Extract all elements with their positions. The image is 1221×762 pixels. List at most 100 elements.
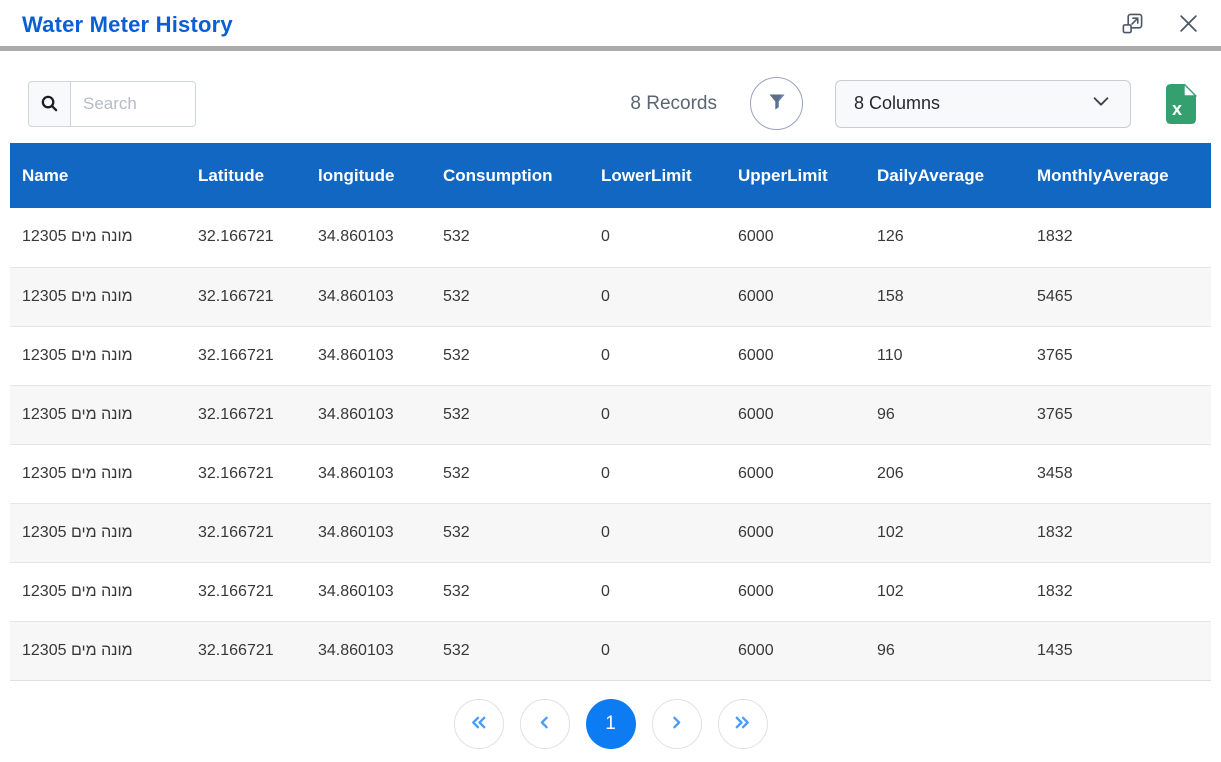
table-cell: מונה מים 12305 <box>10 621 186 680</box>
search-input[interactable] <box>71 82 195 126</box>
table-cell: 6000 <box>726 326 865 385</box>
columns-dropdown[interactable]: 8 Columns <box>835 80 1131 128</box>
table-cell: 532 <box>431 621 589 680</box>
svg-text:x: x <box>1172 99 1182 119</box>
search-icon <box>29 82 71 126</box>
table-header-row: NameLatitudelongitudeConsumptionLowerLim… <box>10 143 1211 208</box>
table-row: מונה מים 1230532.16672134.86010353206000… <box>10 208 1211 267</box>
table-cell: 32.166721 <box>186 503 306 562</box>
table-cell: 3765 <box>1025 385 1211 444</box>
table-cell: 532 <box>431 562 589 621</box>
expand-icon <box>1121 12 1144 38</box>
table-cell: 34.860103 <box>306 267 431 326</box>
table-cell: מונה מים 12305 <box>10 503 186 562</box>
table-cell: 0 <box>589 621 726 680</box>
table-cell: 32.166721 <box>186 326 306 385</box>
chevron-right-icon <box>664 710 689 738</box>
first-page-button[interactable] <box>454 699 504 749</box>
previous-page-button[interactable] <box>520 699 570 749</box>
table-cell: 1435 <box>1025 621 1211 680</box>
table-cell: מונה מים 12305 <box>10 562 186 621</box>
table-cell: 6000 <box>726 621 865 680</box>
column-header[interactable]: Name <box>10 143 186 208</box>
double-chevron-right-icon <box>730 710 755 738</box>
close-button[interactable] <box>1175 12 1201 38</box>
table-cell: 532 <box>431 326 589 385</box>
table-cell: 102 <box>865 503 1025 562</box>
table-cell: 5465 <box>1025 267 1211 326</box>
table-cell: 0 <box>589 208 726 267</box>
table-cell: 32.166721 <box>186 267 306 326</box>
table-cell: 102 <box>865 562 1025 621</box>
table-cell: 532 <box>431 444 589 503</box>
toolbar: 8 Records 8 Columns x <box>28 77 1197 130</box>
pagination: 1 <box>0 699 1221 749</box>
expand-button[interactable] <box>1119 12 1145 38</box>
table-cell: 0 <box>589 503 726 562</box>
table-cell: 6000 <box>726 444 865 503</box>
table-cell: 532 <box>431 208 589 267</box>
last-page-button[interactable] <box>718 699 768 749</box>
table-cell: 34.860103 <box>306 562 431 621</box>
column-header[interactable]: DailyAverage <box>865 143 1025 208</box>
table-cell: 6000 <box>726 267 865 326</box>
double-chevron-left-icon <box>466 710 491 738</box>
table-cell: 34.860103 <box>306 326 431 385</box>
excel-file-icon: x <box>1163 112 1197 127</box>
table-cell: 1832 <box>1025 562 1211 621</box>
title-divider <box>0 46 1221 51</box>
records-count: 8 Records <box>630 93 717 115</box>
titlebar: Water Meter History <box>0 0 1221 46</box>
column-header[interactable]: UpperLimit <box>726 143 865 208</box>
table-cell: 34.860103 <box>306 385 431 444</box>
table-cell: 32.166721 <box>186 562 306 621</box>
search-group <box>28 81 196 127</box>
table-cell: 0 <box>589 267 726 326</box>
table-cell: 34.860103 <box>306 621 431 680</box>
table-cell: 34.860103 <box>306 503 431 562</box>
table-cell: 32.166721 <box>186 385 306 444</box>
next-page-button[interactable] <box>652 699 702 749</box>
table-cell: 96 <box>865 385 1025 444</box>
column-header[interactable]: longitude <box>306 143 431 208</box>
table-cell: 532 <box>431 267 589 326</box>
table-cell: 3765 <box>1025 326 1211 385</box>
table-cell: 6000 <box>726 503 865 562</box>
table-cell: מונה מים 12305 <box>10 267 186 326</box>
column-header[interactable]: LowerLimit <box>589 143 726 208</box>
close-icon <box>1178 13 1199 37</box>
data-table-container: NameLatitudelongitudeConsumptionLowerLim… <box>10 143 1211 681</box>
table-cell: 1832 <box>1025 503 1211 562</box>
table-cell: 206 <box>865 444 1025 503</box>
table-cell: 32.166721 <box>186 208 306 267</box>
column-header[interactable]: MonthlyAverage <box>1025 143 1211 208</box>
table-cell: 0 <box>589 385 726 444</box>
page-1-button[interactable]: 1 <box>586 699 636 749</box>
table-cell: 6000 <box>726 562 865 621</box>
chevron-down-icon <box>1090 90 1112 117</box>
columns-dropdown-value: 8 Columns <box>854 93 940 114</box>
table-cell: 32.166721 <box>186 621 306 680</box>
filter-button[interactable] <box>750 77 803 130</box>
table-cell: 532 <box>431 385 589 444</box>
export-excel-button[interactable]: x <box>1163 84 1197 124</box>
table-row: מונה מים 1230532.16672134.86010353206000… <box>10 444 1211 503</box>
table-cell: מונה מים 12305 <box>10 385 186 444</box>
table-cell: מונה מים 12305 <box>10 444 186 503</box>
table-row: מונה מים 1230532.16672134.86010353206000… <box>10 326 1211 385</box>
column-header[interactable]: Consumption <box>431 143 589 208</box>
table-body: מונה מים 1230532.16672134.86010353206000… <box>10 208 1211 680</box>
table-cell: 0 <box>589 326 726 385</box>
table-row: מונה מים 1230532.16672134.86010353206000… <box>10 562 1211 621</box>
table-row: מונה מים 1230532.16672134.86010353206000… <box>10 503 1211 562</box>
table-row: מונה מים 1230532.16672134.86010353206000… <box>10 385 1211 444</box>
table-cell: 0 <box>589 444 726 503</box>
titlebar-actions <box>1119 12 1201 38</box>
table-cell: מונה מים 12305 <box>10 326 186 385</box>
table-cell: 32.166721 <box>186 444 306 503</box>
column-header[interactable]: Latitude <box>186 143 306 208</box>
table-cell: 532 <box>431 503 589 562</box>
table-cell: 6000 <box>726 385 865 444</box>
table-cell: 158 <box>865 267 1025 326</box>
data-table: NameLatitudelongitudeConsumptionLowerLim… <box>10 143 1211 681</box>
